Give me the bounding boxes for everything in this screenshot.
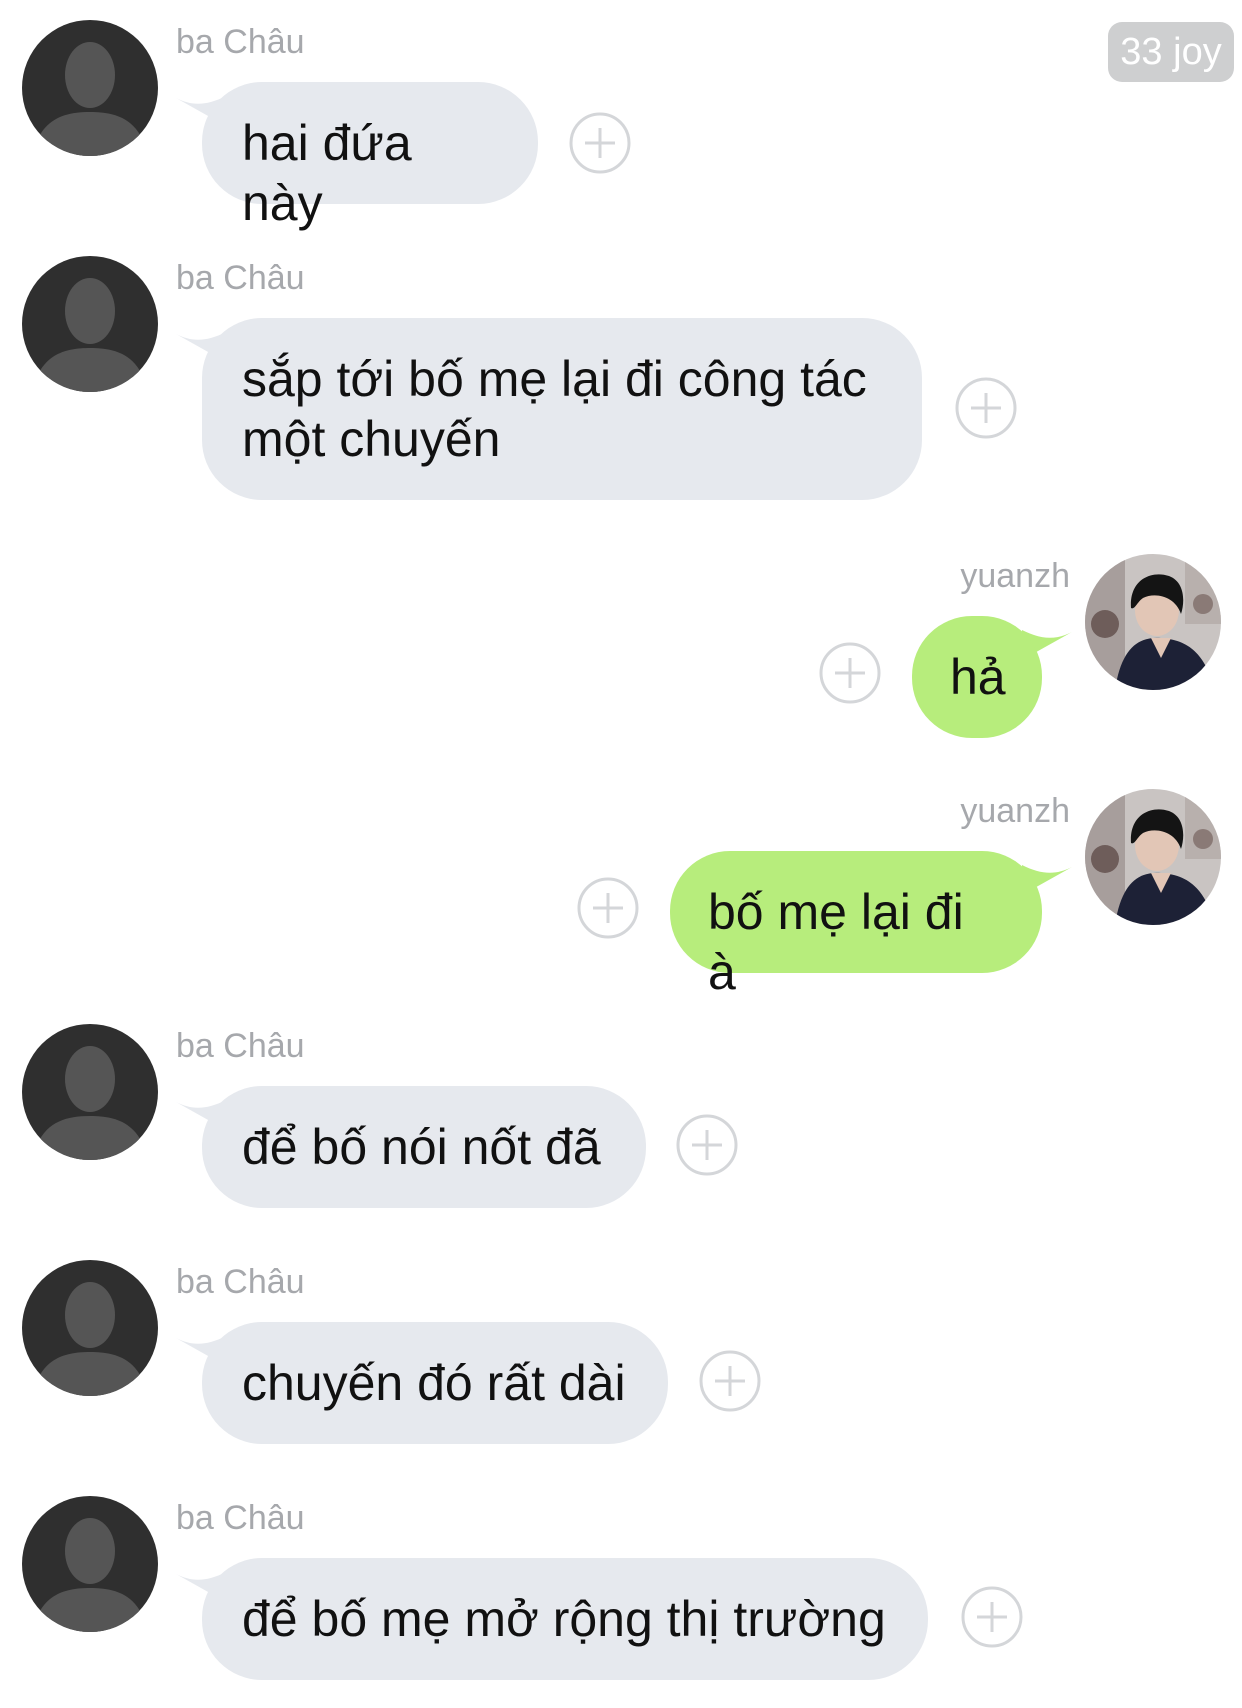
plus-circle-icon — [676, 1114, 738, 1176]
avatar[interactable] — [22, 256, 158, 392]
message-bubble[interactable]: sắp tới bố mẹ lại đi công tác một chuyến — [202, 318, 922, 500]
watermark-badge: 33 joy — [1108, 22, 1234, 82]
avatar[interactable] — [22, 1496, 158, 1632]
message-text: để bố mẹ mở rộng thị trường — [242, 1591, 886, 1647]
message-text-line: sắp tới bố mẹ lại đi công tác — [242, 351, 867, 407]
plus-circle-icon — [569, 112, 631, 174]
add-reaction-button[interactable] — [569, 112, 631, 174]
plus-circle-icon — [699, 1350, 761, 1412]
message-bubble[interactable]: bố mẹ lại đi à — [670, 851, 1042, 1000]
message-text: bố mẹ lại đi à — [708, 884, 964, 1000]
avatar[interactable] — [22, 1260, 158, 1396]
sender-name: ba Châu — [176, 23, 305, 61]
default-avatar-icon — [22, 256, 158, 392]
profile-photo-icon — [1085, 789, 1221, 925]
message-bubble[interactable]: hả — [912, 616, 1042, 738]
plus-circle-icon — [961, 1586, 1023, 1648]
avatar[interactable] — [1085, 554, 1221, 690]
message-bubble[interactable]: để bố mẹ mở rộng thị trường — [202, 1558, 928, 1680]
sender-name: ba Châu — [176, 259, 305, 297]
plus-circle-icon — [955, 377, 1017, 439]
default-avatar-icon — [22, 1496, 158, 1632]
add-reaction-button[interactable] — [676, 1114, 738, 1176]
sender-name: yuanzh — [960, 792, 1070, 830]
add-reaction-button[interactable] — [699, 1350, 761, 1412]
default-avatar-icon — [22, 20, 158, 156]
sender-name: yuanzh — [960, 557, 1070, 595]
plus-circle-icon — [819, 642, 881, 704]
avatar[interactable] — [22, 1024, 158, 1160]
message-text: hả — [950, 649, 1006, 705]
avatar[interactable] — [22, 20, 158, 156]
message-text-line: một chuyến — [242, 411, 501, 467]
message-text: hai đứa này — [242, 115, 412, 231]
message-text: để bố nói nốt đã — [242, 1119, 601, 1175]
plus-circle-icon — [577, 877, 639, 939]
avatar[interactable] — [1085, 789, 1221, 925]
sender-name: ba Châu — [176, 1027, 305, 1065]
add-reaction-button[interactable] — [577, 877, 639, 939]
sender-name: ba Châu — [176, 1263, 305, 1301]
message-text: chuyến đó rất dài — [242, 1355, 626, 1411]
message-bubble[interactable]: hai đứa này — [202, 82, 538, 231]
sender-name: ba Châu — [176, 1499, 305, 1537]
add-reaction-button[interactable] — [955, 377, 1017, 439]
message-bubble[interactable]: để bố nói nốt đã — [202, 1086, 646, 1208]
message-bubble[interactable]: chuyến đó rất dài — [202, 1322, 668, 1444]
default-avatar-icon — [22, 1260, 158, 1396]
add-reaction-button[interactable] — [961, 1586, 1023, 1648]
add-reaction-button[interactable] — [819, 642, 881, 704]
default-avatar-icon — [22, 1024, 158, 1160]
profile-photo-icon — [1085, 554, 1221, 690]
